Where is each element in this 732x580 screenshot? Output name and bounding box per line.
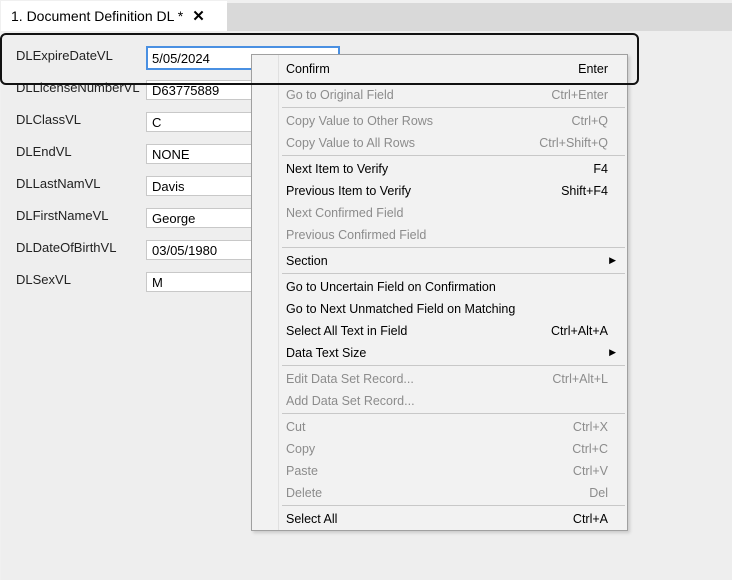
menu-item-edit-data-set-record[interactable]: Edit Data Set Record... Ctrl+Alt+L — [252, 368, 627, 390]
menu-separator — [282, 273, 625, 274]
menu-separator — [282, 365, 625, 366]
menu-item-go-to-uncertain-field[interactable]: Go to Uncertain Field on Confirmation — [252, 276, 627, 298]
menu-separator — [282, 413, 625, 414]
menu-item-go-to-next-unmatched-field[interactable]: Go to Next Unmatched Field on Matching — [252, 298, 627, 320]
menu-item-data-text-size[interactable]: Data Text Size ▶ — [252, 342, 627, 364]
context-menu: Confirm Enter Go to Original Field Ctrl+… — [251, 54, 628, 531]
field-label-class: DLClassVL — [16, 112, 82, 127]
tab-bar-background — [227, 3, 732, 31]
field-label-date-of-birth: DLDateOfBirthVL — [16, 240, 117, 255]
menu-item-select-all-text-in-field[interactable]: Select All Text in Field Ctrl+Alt+A — [252, 320, 627, 342]
menu-item-section[interactable]: Section ▶ — [252, 250, 627, 272]
menu-item-copy[interactable]: Copy Ctrl+C — [252, 438, 627, 460]
submenu-arrow-icon: ▶ — [609, 255, 616, 265]
menu-item-go-to-original-field[interactable]: Go to Original Field Ctrl+Enter — [252, 84, 627, 106]
field-label-license-number: DLLicenseNumberVL — [16, 80, 140, 95]
menu-item-previous-item-to-verify[interactable]: Previous Item to Verify Shift+F4 — [252, 180, 627, 202]
menu-item-paste[interactable]: Paste Ctrl+V — [252, 460, 627, 482]
menu-separator — [282, 107, 625, 108]
field-label-end: DLEndVL — [16, 144, 72, 159]
menu-item-copy-value-other-rows[interactable]: Copy Value to Other Rows Ctrl+Q — [252, 110, 627, 132]
field-label-expire-date: DLExpireDateVL — [16, 48, 113, 63]
menu-separator — [282, 505, 625, 506]
menu-separator — [282, 155, 625, 156]
menu-item-previous-confirmed-field[interactable]: Previous Confirmed Field — [252, 224, 627, 246]
field-label-first-name: DLFirstNameVL — [16, 208, 109, 223]
field-label-sex: DLSexVL — [16, 272, 71, 287]
tab-document-definition[interactable]: 1. Document Definition DL * ✕ — [1, 1, 227, 31]
menu-item-delete[interactable]: Delete Del — [252, 482, 627, 504]
menu-item-add-data-set-record[interactable]: Add Data Set Record... — [252, 390, 627, 412]
close-icon[interactable]: ✕ — [192, 7, 205, 25]
menu-separator — [282, 247, 625, 248]
menu-item-confirm[interactable]: Confirm Enter — [252, 58, 627, 80]
menu-item-select-all[interactable]: Select All Ctrl+A — [252, 508, 627, 530]
field-label-last-name: DLLastNamVL — [16, 176, 101, 191]
menu-item-cut[interactable]: Cut Ctrl+X — [252, 416, 627, 438]
tab-bar: 1. Document Definition DL * ✕ — [0, 0, 732, 31]
menu-item-next-item-to-verify[interactable]: Next Item to Verify F4 — [252, 158, 627, 180]
tab-title: 1. Document Definition DL * — [11, 8, 184, 24]
submenu-arrow-icon: ▶ — [609, 347, 616, 357]
menu-item-copy-value-all-rows[interactable]: Copy Value to All Rows Ctrl+Shift+Q — [252, 132, 627, 154]
menu-item-next-confirmed-field[interactable]: Next Confirmed Field — [252, 202, 627, 224]
